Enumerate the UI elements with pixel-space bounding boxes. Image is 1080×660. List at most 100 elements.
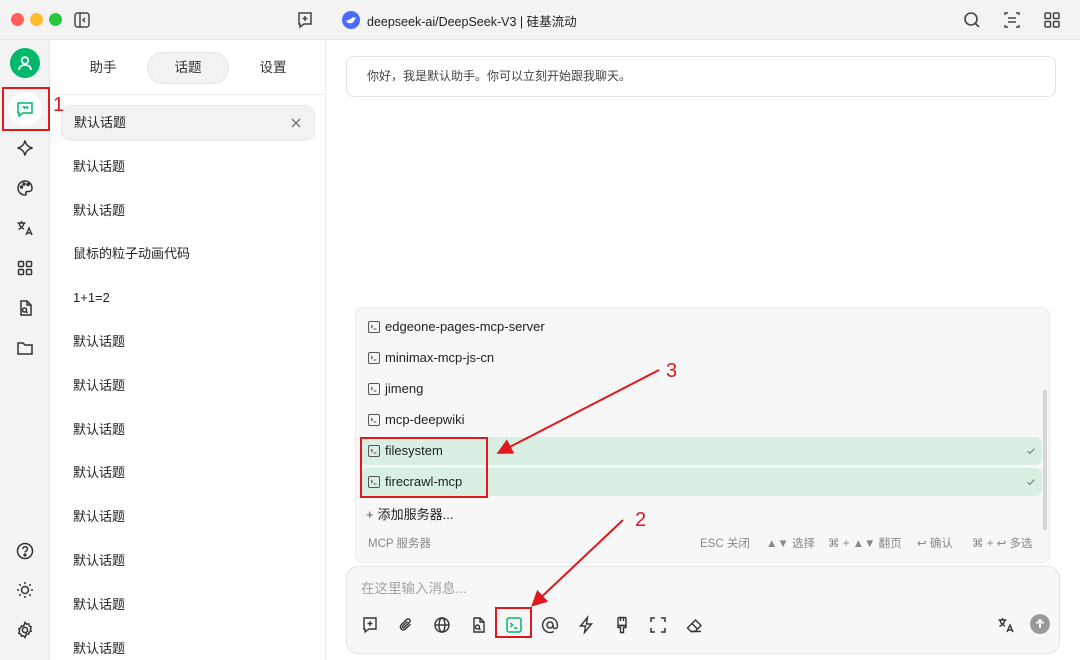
mcp-server-item[interactable]: minimax-mcp-js-cn	[361, 344, 1042, 372]
tab-assistant[interactable]: 助手	[63, 52, 143, 84]
topic-item[interactable]: 鼠标的粒子动画代码	[61, 236, 315, 272]
message-composer	[346, 566, 1060, 654]
document-search-icon[interactable]	[15, 298, 35, 318]
tabs-divider	[51, 94, 326, 95]
topic-label: 默认话题	[73, 640, 126, 656]
sidebar-tabs: 助手 话题 设置	[51, 52, 326, 84]
mcp-server-popup: edgeone-pages-mcp-server minimax-mcp-js-c…	[355, 307, 1050, 563]
topic-label: 默认话题	[73, 202, 126, 218]
message-input[interactable]	[361, 575, 1041, 601]
topic-item[interactable]: 默认话题	[61, 587, 315, 623]
server-icon	[368, 321, 380, 333]
topic-label: 默认话题	[73, 465, 126, 481]
mcp-footer-title: MCP 服务器	[368, 538, 432, 550]
send-button[interactable]	[1030, 614, 1050, 634]
topic-item[interactable]: 默认话题	[61, 368, 315, 404]
search-icon[interactable]	[962, 10, 982, 30]
topics-panel: 助手 话题 设置 默认话题 默认话题 默认话题 鼠标的粒子动画代码 1+1=2 默认话题默…	[51, 40, 326, 660]
attachment-icon[interactable]	[396, 615, 416, 635]
topic-item[interactable]: 默认话题	[61, 631, 315, 660]
minimize-window-button[interactable]	[30, 13, 43, 26]
topic-item[interactable]: 默认话题	[61, 149, 315, 185]
mcp-server-label: jimeng	[385, 381, 424, 396]
mcp-server-label: mcp-deepwiki	[385, 412, 465, 427]
narrow-mode-icon[interactable]	[1002, 10, 1022, 30]
translate-icon[interactable]	[996, 615, 1016, 635]
annotation-number-1: 1	[53, 94, 65, 116]
topic-item[interactable]: 默认话题	[61, 543, 315, 579]
topic-label: 默认话题	[73, 553, 126, 568]
annotation-number-3: 3	[666, 360, 678, 382]
hint-select: ▲▼ 选择	[766, 538, 815, 550]
mention-icon[interactable]	[540, 615, 560, 635]
hint-esc-close: ESC 关闭	[700, 538, 750, 550]
topic-item[interactable]: 默认话题	[61, 499, 315, 535]
annotation-box-1	[2, 87, 50, 131]
brush-icon[interactable]	[612, 615, 632, 635]
check-icon	[1026, 446, 1036, 456]
mcp-server-item[interactable]: jimeng	[361, 375, 1042, 403]
help-icon[interactable]	[15, 541, 35, 561]
eraser-icon[interactable]	[684, 615, 704, 635]
sparkle-icon[interactable]	[15, 138, 35, 158]
lightning-icon[interactable]	[576, 615, 596, 635]
plus-icon: +	[366, 507, 374, 522]
folder-icon[interactable]	[15, 338, 35, 358]
model-title: deepseek-ai/DeepSeek-V3 | 硅基流动	[367, 14, 577, 29]
check-icon	[1026, 477, 1036, 487]
mcp-footer: MCP 服务器 ESC 关闭 ▲▼ 选择 ⌘ + ▲▼ 翻页 ↩ 确认 ⌘ + …	[368, 534, 1038, 554]
topic-label: 默认话题	[73, 421, 126, 437]
settings-icon[interactable]	[15, 620, 35, 640]
translate-icon[interactable]	[15, 218, 35, 238]
topic-item[interactable]: 默认话题	[61, 105, 315, 141]
topic-label: 鼠标的粒子动画代码	[73, 246, 191, 262]
hint-confirm: ↩ 确认	[917, 538, 953, 550]
close-window-button[interactable]	[11, 13, 24, 26]
hint-page: ⌘ + ▲▼ 翻页	[828, 538, 902, 550]
web-search-icon[interactable]	[432, 615, 452, 635]
mcp-scrollbar[interactable]	[1043, 390, 1047, 530]
greeting-message: 你好，我是默认助手。你可以立刻开始跟我聊天。	[346, 56, 1056, 97]
server-icon	[368, 383, 380, 395]
topic-label: 默认话题	[74, 115, 127, 130]
tab-settings[interactable]: 设置	[233, 52, 313, 84]
topic-label: 默认话题	[73, 596, 126, 612]
close-icon[interactable]	[290, 117, 302, 129]
topic-item[interactable]: 1+1=2	[61, 280, 315, 316]
annotation-box-3	[360, 437, 488, 498]
topic-label: 1+1=2	[73, 290, 110, 306]
fullscreen-icon[interactable]	[648, 615, 668, 635]
annotation-number-2: 2	[635, 509, 647, 531]
apps-grid-icon[interactable]	[15, 258, 35, 278]
sun-icon[interactable]	[15, 580, 35, 600]
arrow-up-icon	[1035, 618, 1045, 628]
topic-label: 默认话题	[73, 334, 126, 349]
maximize-window-button[interactable]	[49, 13, 62, 26]
icon-rail	[0, 40, 50, 660]
hint-multi-select: ⌘ + ↩ 多选	[972, 538, 1033, 550]
model-selector[interactable]: deepseek-ai/DeepSeek-V3 | 硅基流动	[342, 11, 577, 29]
palette-icon[interactable]	[15, 178, 35, 198]
deepseek-logo-icon	[342, 11, 360, 29]
user-avatar-icon[interactable]	[10, 48, 40, 78]
add-server-button[interactable]: + 添加服务器...	[366, 501, 453, 529]
new-topic-icon[interactable]	[360, 615, 380, 635]
new-topic-icon[interactable]	[295, 10, 315, 30]
server-icon	[368, 352, 380, 364]
tab-topics[interactable]: 话题	[147, 52, 229, 84]
topic-label: 默认话题	[73, 509, 126, 525]
mcp-server-label: edgeone-pages-mcp-server	[385, 319, 545, 334]
knowledge-base-icon[interactable]	[468, 615, 488, 635]
topic-item[interactable]: 默认话题	[61, 412, 315, 448]
topic-item[interactable]: 默认话题	[61, 455, 315, 491]
apps-grid-icon[interactable]	[1042, 10, 1062, 30]
mcp-server-item[interactable]: edgeone-pages-mcp-server	[361, 313, 1042, 341]
topic-item[interactable]: 默认话题	[61, 324, 315, 360]
mcp-server-item[interactable]: mcp-deepwiki	[361, 406, 1042, 434]
topic-item[interactable]: 默认话题	[61, 193, 315, 229]
topic-label: 默认话题	[73, 377, 126, 393]
title-bar: deepseek-ai/DeepSeek-V3 | 硅基流动	[0, 0, 1080, 40]
annotation-box-2	[495, 607, 532, 638]
add-server-label: 添加服务器...	[377, 507, 454, 522]
toggle-sidebar-icon[interactable]	[72, 10, 92, 30]
